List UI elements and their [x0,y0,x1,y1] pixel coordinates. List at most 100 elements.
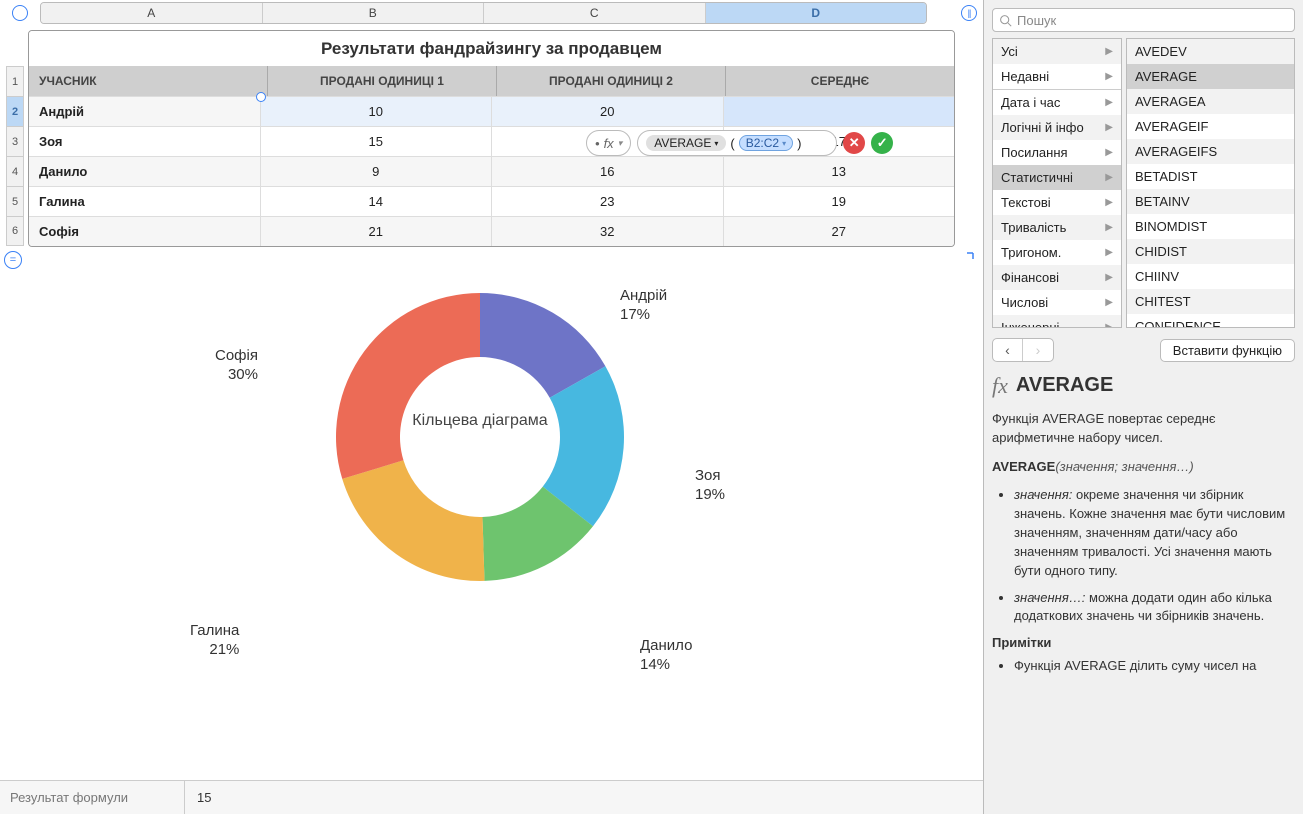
help-title: AVERAGE [1016,371,1113,400]
category-item[interactable]: Логічні й інфо▶ [993,115,1121,140]
category-item[interactable]: Усі▶ [993,39,1121,64]
category-item[interactable]: Інженерні▶ [993,315,1121,328]
category-item[interactable]: Тригоном.▶ [993,240,1121,265]
row-header-2[interactable]: 2 [6,96,24,126]
category-item[interactable]: Числові▶ [993,290,1121,315]
chart-label-sofiya: Софія30% [215,347,258,385]
cell[interactable]: 27 [724,217,955,246]
column-header-B[interactable]: B [263,3,485,23]
column-header-C[interactable]: C [484,3,706,23]
formula-editor[interactable]: •fx▾ AVERAGE▾ ( B2:C2▾ ) ✕ ✓ [586,130,893,156]
cell[interactable]: Зоя [29,127,261,156]
table-header-row: УЧАСНИКПРОДАНІ ОДИНИЦІ 1ПРОДАНІ ОДИНИЦІ … [29,66,954,96]
donut-slice [342,460,484,581]
formula-result-bar: Результат формули 15 [0,780,983,814]
function-item[interactable]: AVERAGEIFS [1127,139,1294,164]
cell[interactable]: 21 [261,217,493,246]
function-item[interactable]: AVERAGE [1127,64,1294,89]
row-headers: 123456 [0,30,28,247]
table-row[interactable]: Галина142319 [29,186,954,216]
cell[interactable]: Андрій [29,97,261,126]
function-item[interactable]: CHIDIST [1127,239,1294,264]
insert-function-button[interactable]: Вставити функцію [1160,339,1295,362]
column-header-cell[interactable]: ПРОДАНІ ОДИНИЦІ 2 [497,66,726,96]
row-header-3[interactable]: 3 [6,126,24,156]
search-icon [999,14,1012,27]
formula-result-label: Результат формули [0,781,185,814]
fx-icon: fx [992,370,1008,402]
fx-dropdown[interactable]: •fx▾ [586,130,631,156]
donut-svg [320,277,640,597]
function-browser-sidebar: Пошук Усі▶Недавні▶Дата і час▶Логічні й і… [983,0,1303,814]
cancel-formula-button[interactable]: ✕ [843,132,865,154]
cell[interactable]: 32 [492,217,724,246]
cell[interactable]: 14 [261,187,493,216]
column-header-cell[interactable]: УЧАСНИК [29,66,268,96]
column-header-A[interactable]: A [41,3,263,23]
function-item[interactable]: BETADIST [1127,164,1294,189]
cell[interactable]: 13 [724,157,955,186]
cell[interactable]: 16 [492,157,724,186]
table-select-all-handle[interactable] [0,2,40,24]
category-item[interactable]: Дата і час▶ [993,90,1121,115]
function-list[interactable]: AVEDEVAVERAGEAVERAGEAAVERAGEIFAVERAGEIFS… [1126,38,1295,328]
search-input[interactable]: Пошук [992,8,1295,32]
cell[interactable]: 20 [492,97,724,126]
column-header-cell[interactable]: ПРОДАНІ ОДИНИЦІ 1 [268,66,497,96]
category-item[interactable]: Фінансові▶ [993,265,1121,290]
function-token[interactable]: AVERAGE▾ [646,135,726,151]
confirm-formula-button[interactable]: ✓ [871,132,893,154]
cell[interactable]: 9 [261,157,493,186]
add-column-handle[interactable]: || [955,2,983,24]
function-item[interactable]: BINOMDIST [1127,214,1294,239]
function-help: fx AVERAGE Функція AVERAGE повертає серед… [992,370,1295,814]
cell[interactable]: Данило [29,157,261,186]
cell[interactable]: 19 [724,187,955,216]
cell[interactable]: 10 [261,97,493,126]
column-headers: ABCD [40,2,927,24]
help-nav[interactable]: ‹ › [992,338,1054,362]
category-item[interactable]: Статистичні▶ [993,165,1121,190]
table-row[interactable]: Данило91613 [29,156,954,186]
function-item[interactable]: CHITEST [1127,289,1294,314]
donut-slice [336,293,480,479]
table-row[interactable]: Софія213227 [29,216,954,246]
column-header-D[interactable]: D [706,3,927,23]
function-item[interactable]: AVERAGEIF [1127,114,1294,139]
function-item[interactable]: AVERAGEA [1127,89,1294,114]
cell[interactable]: Галина [29,187,261,216]
help-back-button[interactable]: ‹ [993,339,1023,361]
chart-center-label: Кільцева діаграма [370,412,590,430]
help-notes-heading: Примітки [992,634,1291,653]
help-summary: Функція AVERAGE повертає середнє арифмет… [992,410,1291,448]
category-list[interactable]: Усі▶Недавні▶Дата і час▶Логічні й інфо▶По… [992,38,1122,328]
row-header-5[interactable]: 5 [6,186,24,216]
table-row[interactable]: Андрій1020 [29,96,954,126]
category-item[interactable]: Посилання▶ [993,140,1121,165]
function-item[interactable]: CONFIDENCE [1127,314,1294,328]
category-item[interactable]: Недавні▶ [993,64,1121,89]
cell[interactable] [724,97,955,126]
column-header-cell[interactable]: СЕРЕДНЄ [726,66,954,96]
category-item[interactable]: Тривалість▶ [993,215,1121,240]
donut-chart[interactable]: Кільцева діаграма Андрій17% Зоя19% Данил… [0,247,983,257]
cell[interactable]: 23 [492,187,724,216]
cell[interactable]: Софія [29,217,261,246]
function-item[interactable]: BETAINV [1127,189,1294,214]
chart-label-andrii: Андрій17% [620,287,667,325]
help-notes-line: Функція AVERAGE ділить суму чисел на [1014,657,1291,676]
formula-result-value: 15 [185,781,983,814]
category-item[interactable]: Текстові▶ [993,190,1121,215]
chart-label-danylo: Данило14% [640,637,692,675]
row-header-1[interactable]: 1 [6,66,24,96]
function-item[interactable]: AVEDEV [1127,39,1294,64]
range-token[interactable]: B2:C2▾ [739,135,793,151]
cell[interactable]: 15 [261,127,493,156]
row-header-4[interactable]: 4 [6,156,24,186]
function-item[interactable]: CHIINV [1127,264,1294,289]
chart-label-zoya: Зоя19% [695,467,725,505]
chart-label-halyna: Галина21% [190,622,239,660]
help-forward-button[interactable]: › [1023,339,1053,361]
help-signature: AVERAGE(значення; значення…) [992,458,1291,477]
row-header-6[interactable]: 6 [6,216,24,246]
